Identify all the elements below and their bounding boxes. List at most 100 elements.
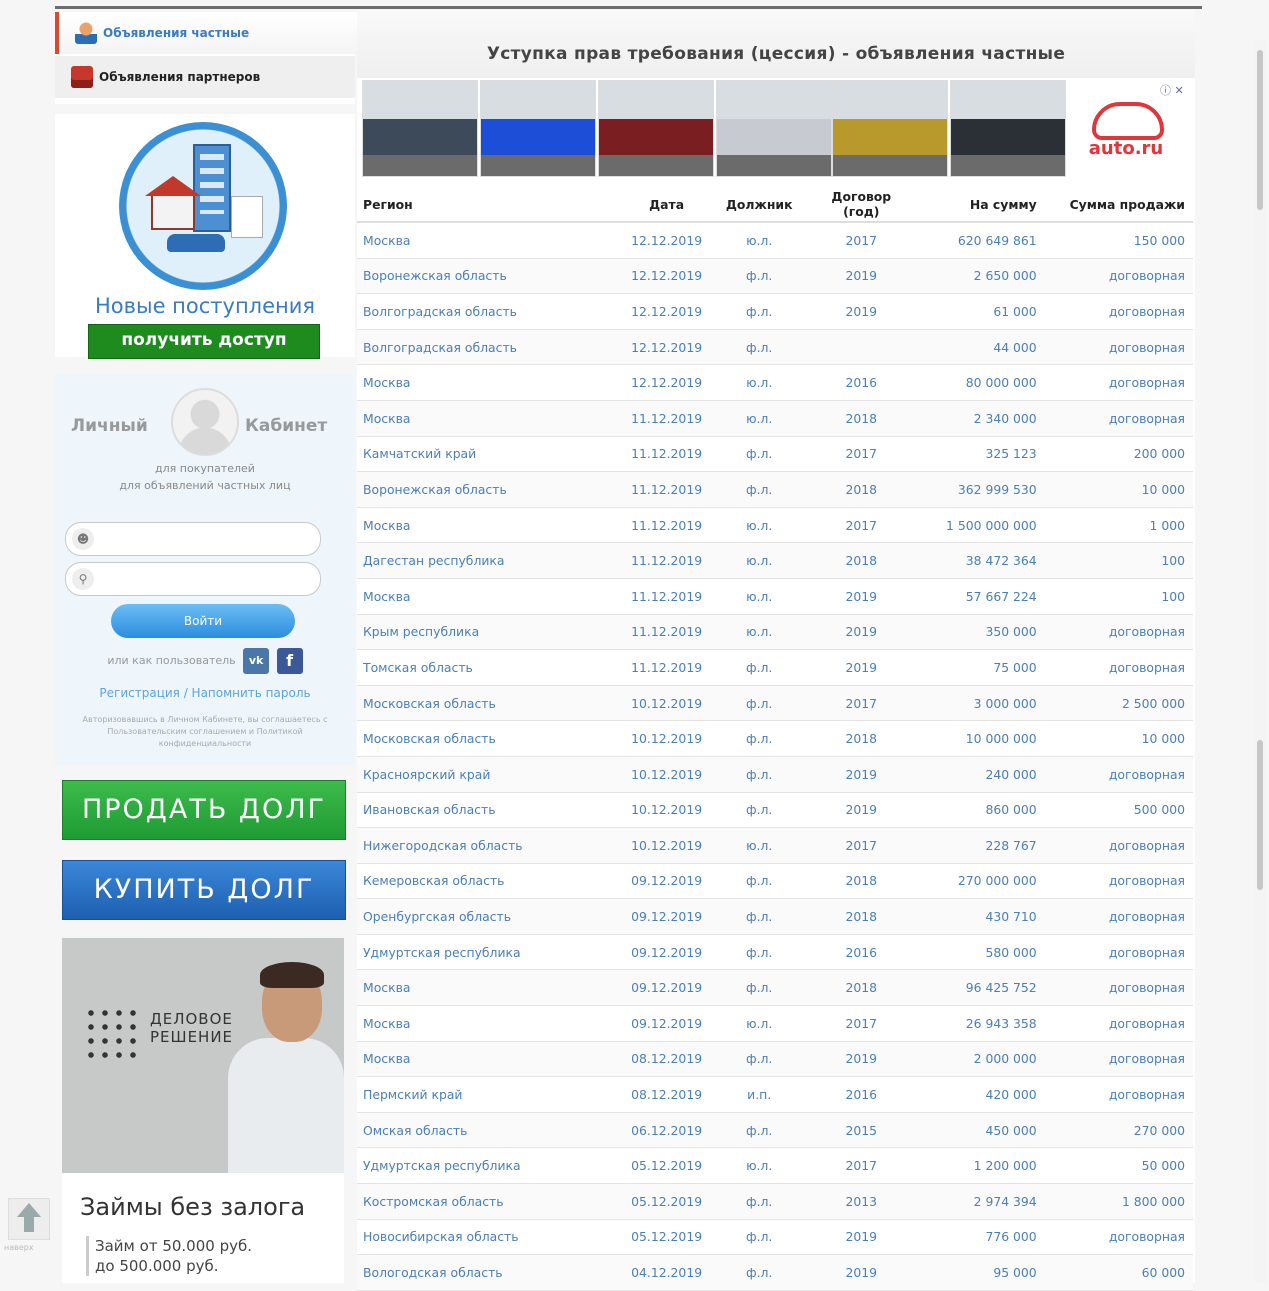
- col-debtor[interactable]: Должник: [710, 187, 808, 223]
- table-row[interactable]: Ивановская область 10.12.2019 ф.л. 2019 860 …: [357, 792, 1193, 829]
- tab-partner-ads[interactable]: Объявления партнеров: [55, 56, 355, 98]
- cell-sale-price: договорная: [1042, 827, 1193, 864]
- cell-region[interactable]: Москва: [357, 364, 623, 401]
- car-thumb-3[interactable]: [598, 80, 714, 177]
- cell-region[interactable]: Ивановская область: [357, 792, 623, 829]
- col-contract-year[interactable]: Договор (год): [807, 187, 915, 223]
- table-row[interactable]: Костромская область 05.12.2019 ф.л. 2013 2 9…: [357, 1183, 1193, 1220]
- cell-region[interactable]: Омская область: [357, 1112, 623, 1149]
- table-row[interactable]: Красноярский край 10.12.2019 ф.л. 2019 240 0…: [357, 756, 1193, 793]
- scrollbar-thumb-secondary[interactable]: [1257, 740, 1263, 890]
- cell-region[interactable]: Оренбургская область: [357, 898, 623, 935]
- cell-region[interactable]: Москва: [357, 222, 623, 259]
- table-row[interactable]: Москва 08.12.2019 ф.л. 2019 2 000 000 договор…: [357, 1041, 1193, 1078]
- scrollbar[interactable]: [1255, 40, 1267, 1283]
- car-thumb-5[interactable]: [832, 80, 948, 177]
- table-row[interactable]: Воронежская область 12.12.2019 ф.л. 2019 2 6…: [357, 258, 1193, 295]
- cell-debtor: ю.л.: [710, 578, 808, 615]
- col-region[interactable]: Регион: [357, 187, 623, 223]
- cell-region[interactable]: Пермский край: [357, 1076, 623, 1113]
- table-row[interactable]: Московская область 10.12.2019 ф.л. 2017 3 00…: [357, 685, 1193, 722]
- cell-region[interactable]: Волгоградская область: [357, 293, 623, 330]
- car-thumb-2[interactable]: [480, 80, 596, 177]
- cell-region[interactable]: Томская область: [357, 649, 623, 686]
- cell-region[interactable]: Москва: [357, 400, 623, 437]
- table-row[interactable]: Пермский край 08.12.2019 и.п. 2016 420 000 до…: [357, 1076, 1193, 1113]
- table-row[interactable]: Удмуртская республика 09.12.2019 ф.л. 2016 5…: [357, 934, 1193, 971]
- scroll-to-top-button[interactable]: [8, 1198, 50, 1240]
- cell-region[interactable]: Воронежская область: [357, 258, 623, 295]
- cell-sale-price: договорная: [1042, 258, 1193, 295]
- cell-region[interactable]: Москва: [357, 578, 623, 615]
- table-row[interactable]: Москва 12.12.2019 ю.л. 2017 620 649 861 150 0…: [357, 222, 1193, 259]
- cell-date: 11.12.2019: [622, 507, 711, 544]
- tab-private-ads[interactable]: Объявления частные: [55, 12, 359, 54]
- cell-region[interactable]: Москва: [357, 1041, 623, 1078]
- cell-region[interactable]: Костромская область: [357, 1183, 623, 1220]
- cell-region[interactable]: Кемеровская область: [357, 863, 623, 900]
- table-row[interactable]: Камчатский край 11.12.2019 ф.л. 2017 325 123…: [357, 436, 1193, 473]
- table-row[interactable]: Омская область 06.12.2019 ф.л. 2015 450 000 2…: [357, 1112, 1193, 1149]
- scrollbar-thumb[interactable]: [1257, 50, 1263, 210]
- personal-cabinet: Личный Кабинет для покупателей для объяв…: [55, 374, 355, 766]
- col-sale-price[interactable]: Сумма продажи: [1042, 187, 1193, 223]
- table-row[interactable]: Оренбургская область 09.12.2019 ф.л. 2018 43…: [357, 898, 1193, 935]
- cell-region[interactable]: Камчатский край: [357, 436, 623, 473]
- table-row[interactable]: Московская область 10.12.2019 ф.л. 2018 10 0…: [357, 720, 1193, 757]
- table-row[interactable]: Москва 09.12.2019 ю.л. 2017 26 943 358 догово…: [357, 1005, 1193, 1042]
- table-row[interactable]: Волгоградская область 12.12.2019 ф.л. 44 00…: [357, 329, 1193, 366]
- table-row[interactable]: Томская область 11.12.2019 ф.л. 2019 75 000 д…: [357, 649, 1193, 686]
- cell-amount: 38 472 364: [914, 542, 1043, 579]
- table-row[interactable]: Москва 09.12.2019 ф.л. 2018 96 425 752 догово…: [357, 969, 1193, 1007]
- table-row[interactable]: Москва 11.12.2019 ю.л. 2019 57 667 224 100: [357, 578, 1193, 615]
- cell-region[interactable]: Москва: [357, 507, 623, 544]
- user-icon: [75, 22, 97, 44]
- table-row[interactable]: Нижегородская область 10.12.2019 ю.л. 2017 2…: [357, 827, 1193, 864]
- ad-title: Займы без залога: [80, 1193, 306, 1221]
- get-access-button[interactable]: получить доступ: [88, 324, 320, 359]
- login-button[interactable]: Войти: [111, 604, 295, 638]
- table-row[interactable]: Новосибирская область 05.12.2019 ф.л. 2019 7…: [357, 1219, 1193, 1256]
- sell-debt-button[interactable]: ПРОДАТЬ ДОЛГ: [62, 780, 346, 840]
- table-row[interactable]: Вологодская область 04.12.2019 ф.л. 2019 95 …: [357, 1254, 1193, 1291]
- register-link[interactable]: Регистрация / Напомнить пароль: [55, 686, 355, 700]
- car-thumb-6[interactable]: [950, 80, 1066, 177]
- cell-region[interactable]: Удмуртская республика: [357, 1147, 623, 1185]
- table-row[interactable]: Кемеровская область 09.12.2019 ф.л. 2018 270…: [357, 863, 1193, 900]
- password-field[interactable]: ⚲: [65, 562, 321, 596]
- table-row[interactable]: Москва 11.12.2019 ю.л. 2017 1 500 000 000 1 0…: [357, 507, 1193, 544]
- facebook-icon[interactable]: f: [276, 648, 303, 674]
- login-field[interactable]: ☻: [65, 522, 321, 556]
- cell-region[interactable]: Московская область: [357, 720, 623, 757]
- table-row[interactable]: Дагестан республика 11.12.2019 ю.л. 2018 38 …: [357, 542, 1193, 579]
- table-row[interactable]: Воронежская область 11.12.2019 ф.л. 2018 362…: [357, 471, 1193, 508]
- cell-region[interactable]: Москва: [357, 969, 623, 1007]
- buy-debt-button[interactable]: КУПИТЬ ДОЛГ: [62, 860, 346, 920]
- cell-amount: 75 000: [914, 649, 1043, 686]
- car-thumb-1[interactable]: [362, 80, 478, 177]
- cell-region[interactable]: Новосибирская область: [357, 1219, 623, 1256]
- car-thumb-4[interactable]: [716, 80, 832, 177]
- cell-region[interactable]: Воронежская область: [357, 471, 623, 508]
- cell-region[interactable]: Удмуртская республика: [357, 934, 623, 971]
- cell-region[interactable]: Волгоградская область: [357, 329, 623, 366]
- vk-icon[interactable]: vk: [243, 648, 270, 674]
- cell-region[interactable]: Московская область: [357, 685, 623, 722]
- cell-region[interactable]: Дагестан республика: [357, 542, 623, 579]
- col-date[interactable]: Дата: [622, 187, 711, 223]
- auto-ad-banner[interactable]: auto.ru ⓘ ✕: [360, 78, 1192, 183]
- side-ad-banner[interactable]: ДЕЛОВОЕ РЕШЕНИЕ Займы без залога Займ от…: [62, 938, 344, 1283]
- table-row[interactable]: Москва 11.12.2019 ю.л. 2018 2 340 000 договор…: [357, 400, 1193, 437]
- table-row[interactable]: Москва 12.12.2019 ю.л. 2016 80 000 000 догово…: [357, 364, 1193, 401]
- table-row[interactable]: Волгоградская область 12.12.2019 ф.л. 2019 6…: [357, 293, 1193, 330]
- cell-region[interactable]: Красноярский край: [357, 756, 623, 793]
- cell-date: 05.12.2019: [622, 1147, 711, 1185]
- table-row[interactable]: Крым республика 11.12.2019 ю.л. 2019 350 000…: [357, 614, 1193, 651]
- table-row[interactable]: Удмуртская республика 05.12.2019 ю.л. 2017 1…: [357, 1147, 1193, 1185]
- cell-region[interactable]: Нижегородская область: [357, 827, 623, 864]
- col-amount[interactable]: На сумму: [914, 187, 1043, 223]
- cell-region[interactable]: Крым республика: [357, 614, 623, 651]
- cell-region[interactable]: Москва: [357, 1005, 623, 1042]
- ad-close-icon[interactable]: ⓘ ✕: [1160, 82, 1184, 98]
- cell-region[interactable]: Вологодская область: [357, 1254, 623, 1291]
